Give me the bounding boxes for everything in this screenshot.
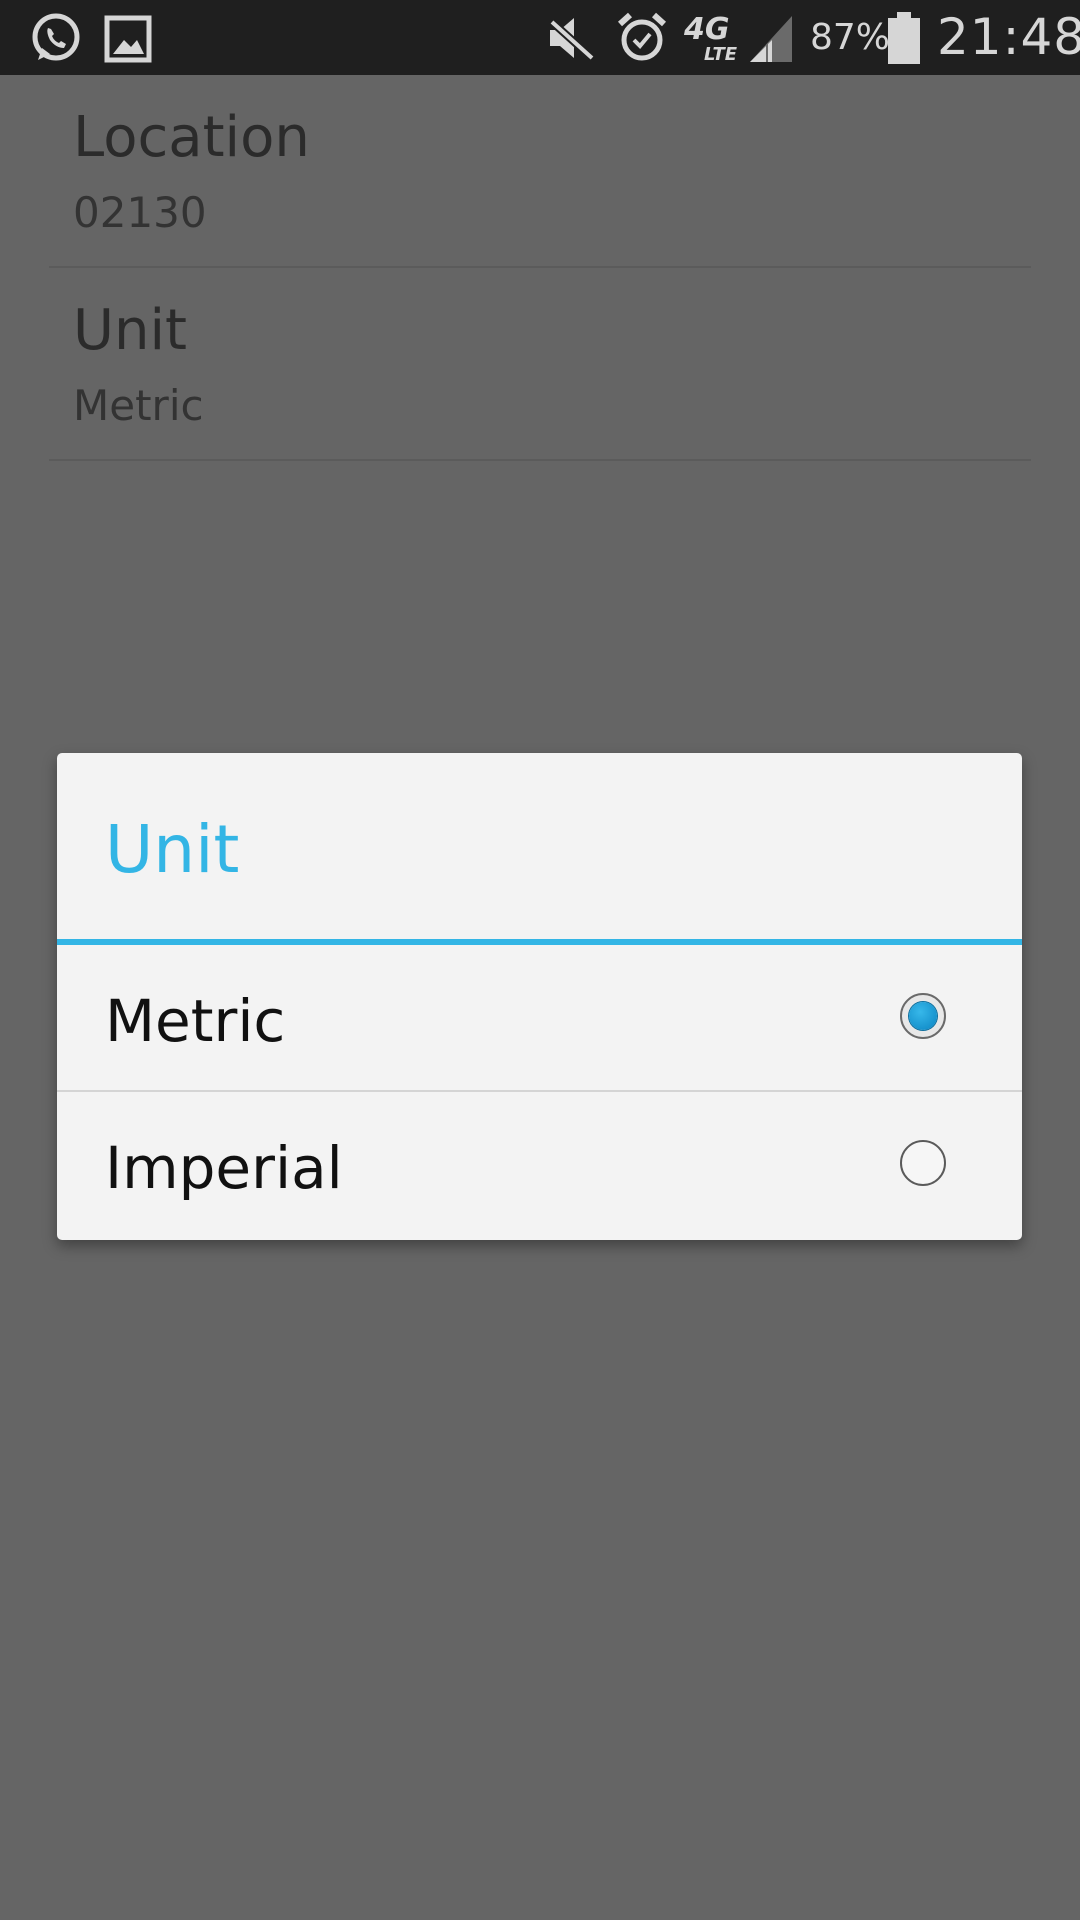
network-sub-label: LTE — [704, 44, 738, 65]
radio-metric[interactable] — [900, 993, 946, 1039]
option-imperial[interactable]: Imperial — [57, 1090, 1022, 1235]
settings-list: Location 02130 Unit Metric — [0, 75, 1080, 461]
preference-summary: Metric — [73, 381, 204, 430]
radio-imperial[interactable] — [900, 1140, 946, 1186]
status-clock: 21:48 — [937, 8, 1080, 66]
battery-percent: 87% — [810, 17, 891, 58]
gallery-icon — [104, 15, 152, 63]
dialog-title: Unit — [105, 811, 240, 888]
dialog-header: Unit — [57, 753, 1022, 945]
preference-location[interactable]: Location 02130 — [49, 75, 1031, 268]
option-label: Metric — [105, 987, 286, 1055]
preference-title: Unit — [73, 298, 187, 363]
option-label: Imperial — [105, 1134, 343, 1202]
option-metric[interactable]: Metric — [57, 945, 1022, 1090]
whatsapp-icon — [32, 13, 80, 61]
status-bar: 4G LTE 87% 21:48 — [0, 0, 1080, 75]
network-type-label: 4G — [684, 12, 730, 47]
preference-unit[interactable]: Unit Metric — [49, 268, 1031, 461]
mute-icon — [549, 18, 595, 61]
screen: 4G LTE 87% 21:48 Location 02130 Unit Met… — [0, 0, 1080, 1920]
preference-title: Location — [73, 105, 310, 170]
network-4g-lte-icon: 4G LTE — [684, 12, 740, 68]
alarm-icon — [617, 12, 667, 61]
signal-icon — [750, 16, 792, 62]
preference-summary: 02130 — [73, 188, 207, 237]
battery-icon — [888, 12, 920, 64]
unit-dialog: Unit Metric Imperial — [57, 753, 1022, 1240]
